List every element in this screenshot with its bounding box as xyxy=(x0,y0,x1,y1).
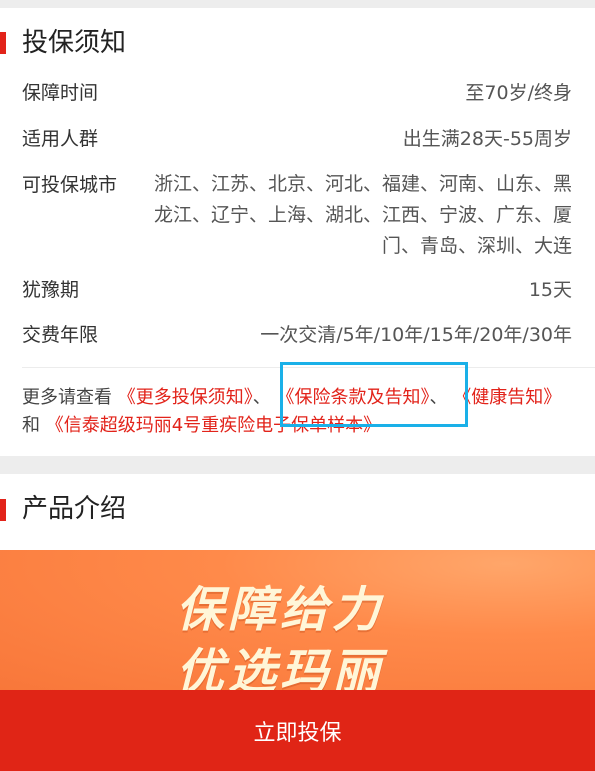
row-value-cooling-off-period: 15天 xyxy=(528,279,572,301)
row-value-coverage-period: 至70岁/终身 xyxy=(465,82,572,104)
row-label-eligible-cities: 可投保城市 xyxy=(22,174,118,196)
more-documents-text: 更多请查看 《更多投保须知》、 《保险条款及告知》、 《健康告知》 和 《信泰超… xyxy=(22,384,572,440)
link-more-notice[interactable]: 《更多投保须知》 xyxy=(118,387,253,408)
and-text: 和 xyxy=(22,415,40,436)
separator: 、 xyxy=(429,387,448,408)
section-title-product: 产品介绍 xyxy=(22,494,127,524)
more-prefix: 更多请查看 xyxy=(22,387,112,408)
row-label-payment-term: 交费年限 xyxy=(22,324,99,346)
section-accent-bar xyxy=(0,32,6,54)
link-health-declaration[interactable]: 《健康告知》 xyxy=(453,387,561,408)
section-title-notice: 投保须知 xyxy=(22,28,127,58)
link-policy-terms[interactable]: 《保险条款及告知》 xyxy=(276,387,429,408)
banner-headline-line2: 优选玛丽 xyxy=(176,644,385,690)
row-value-payment-term: 一次交清/5年/10年/15年/20年/30年 xyxy=(260,324,572,346)
row-value-eligible-cities: 浙江、江苏、北京、河北、福建、河南、山东、黑龙江、辽宁、上海、湖北、江西、宁波、… xyxy=(153,173,572,257)
row-label-cooling-off-period: 犹豫期 xyxy=(22,279,80,301)
buy-now-button[interactable]: 立即投保 xyxy=(0,690,595,771)
link-policy-sample[interactable]: 《信泰超级玛丽4号重疾险电子保单样本》 xyxy=(46,415,381,436)
section-accent-bar xyxy=(0,499,6,521)
row-value-eligible-group: 出生满28天-55周岁 xyxy=(402,128,572,150)
row-label-eligible-group: 适用人群 xyxy=(22,128,99,150)
product-banner: 保障给力 优选玛丽 xyxy=(0,550,595,690)
divider xyxy=(22,367,595,368)
banner-headline-line1: 保障给力 xyxy=(176,582,385,638)
row-label-coverage-period: 保障时间 xyxy=(22,82,99,104)
separator: 、 xyxy=(252,387,271,408)
